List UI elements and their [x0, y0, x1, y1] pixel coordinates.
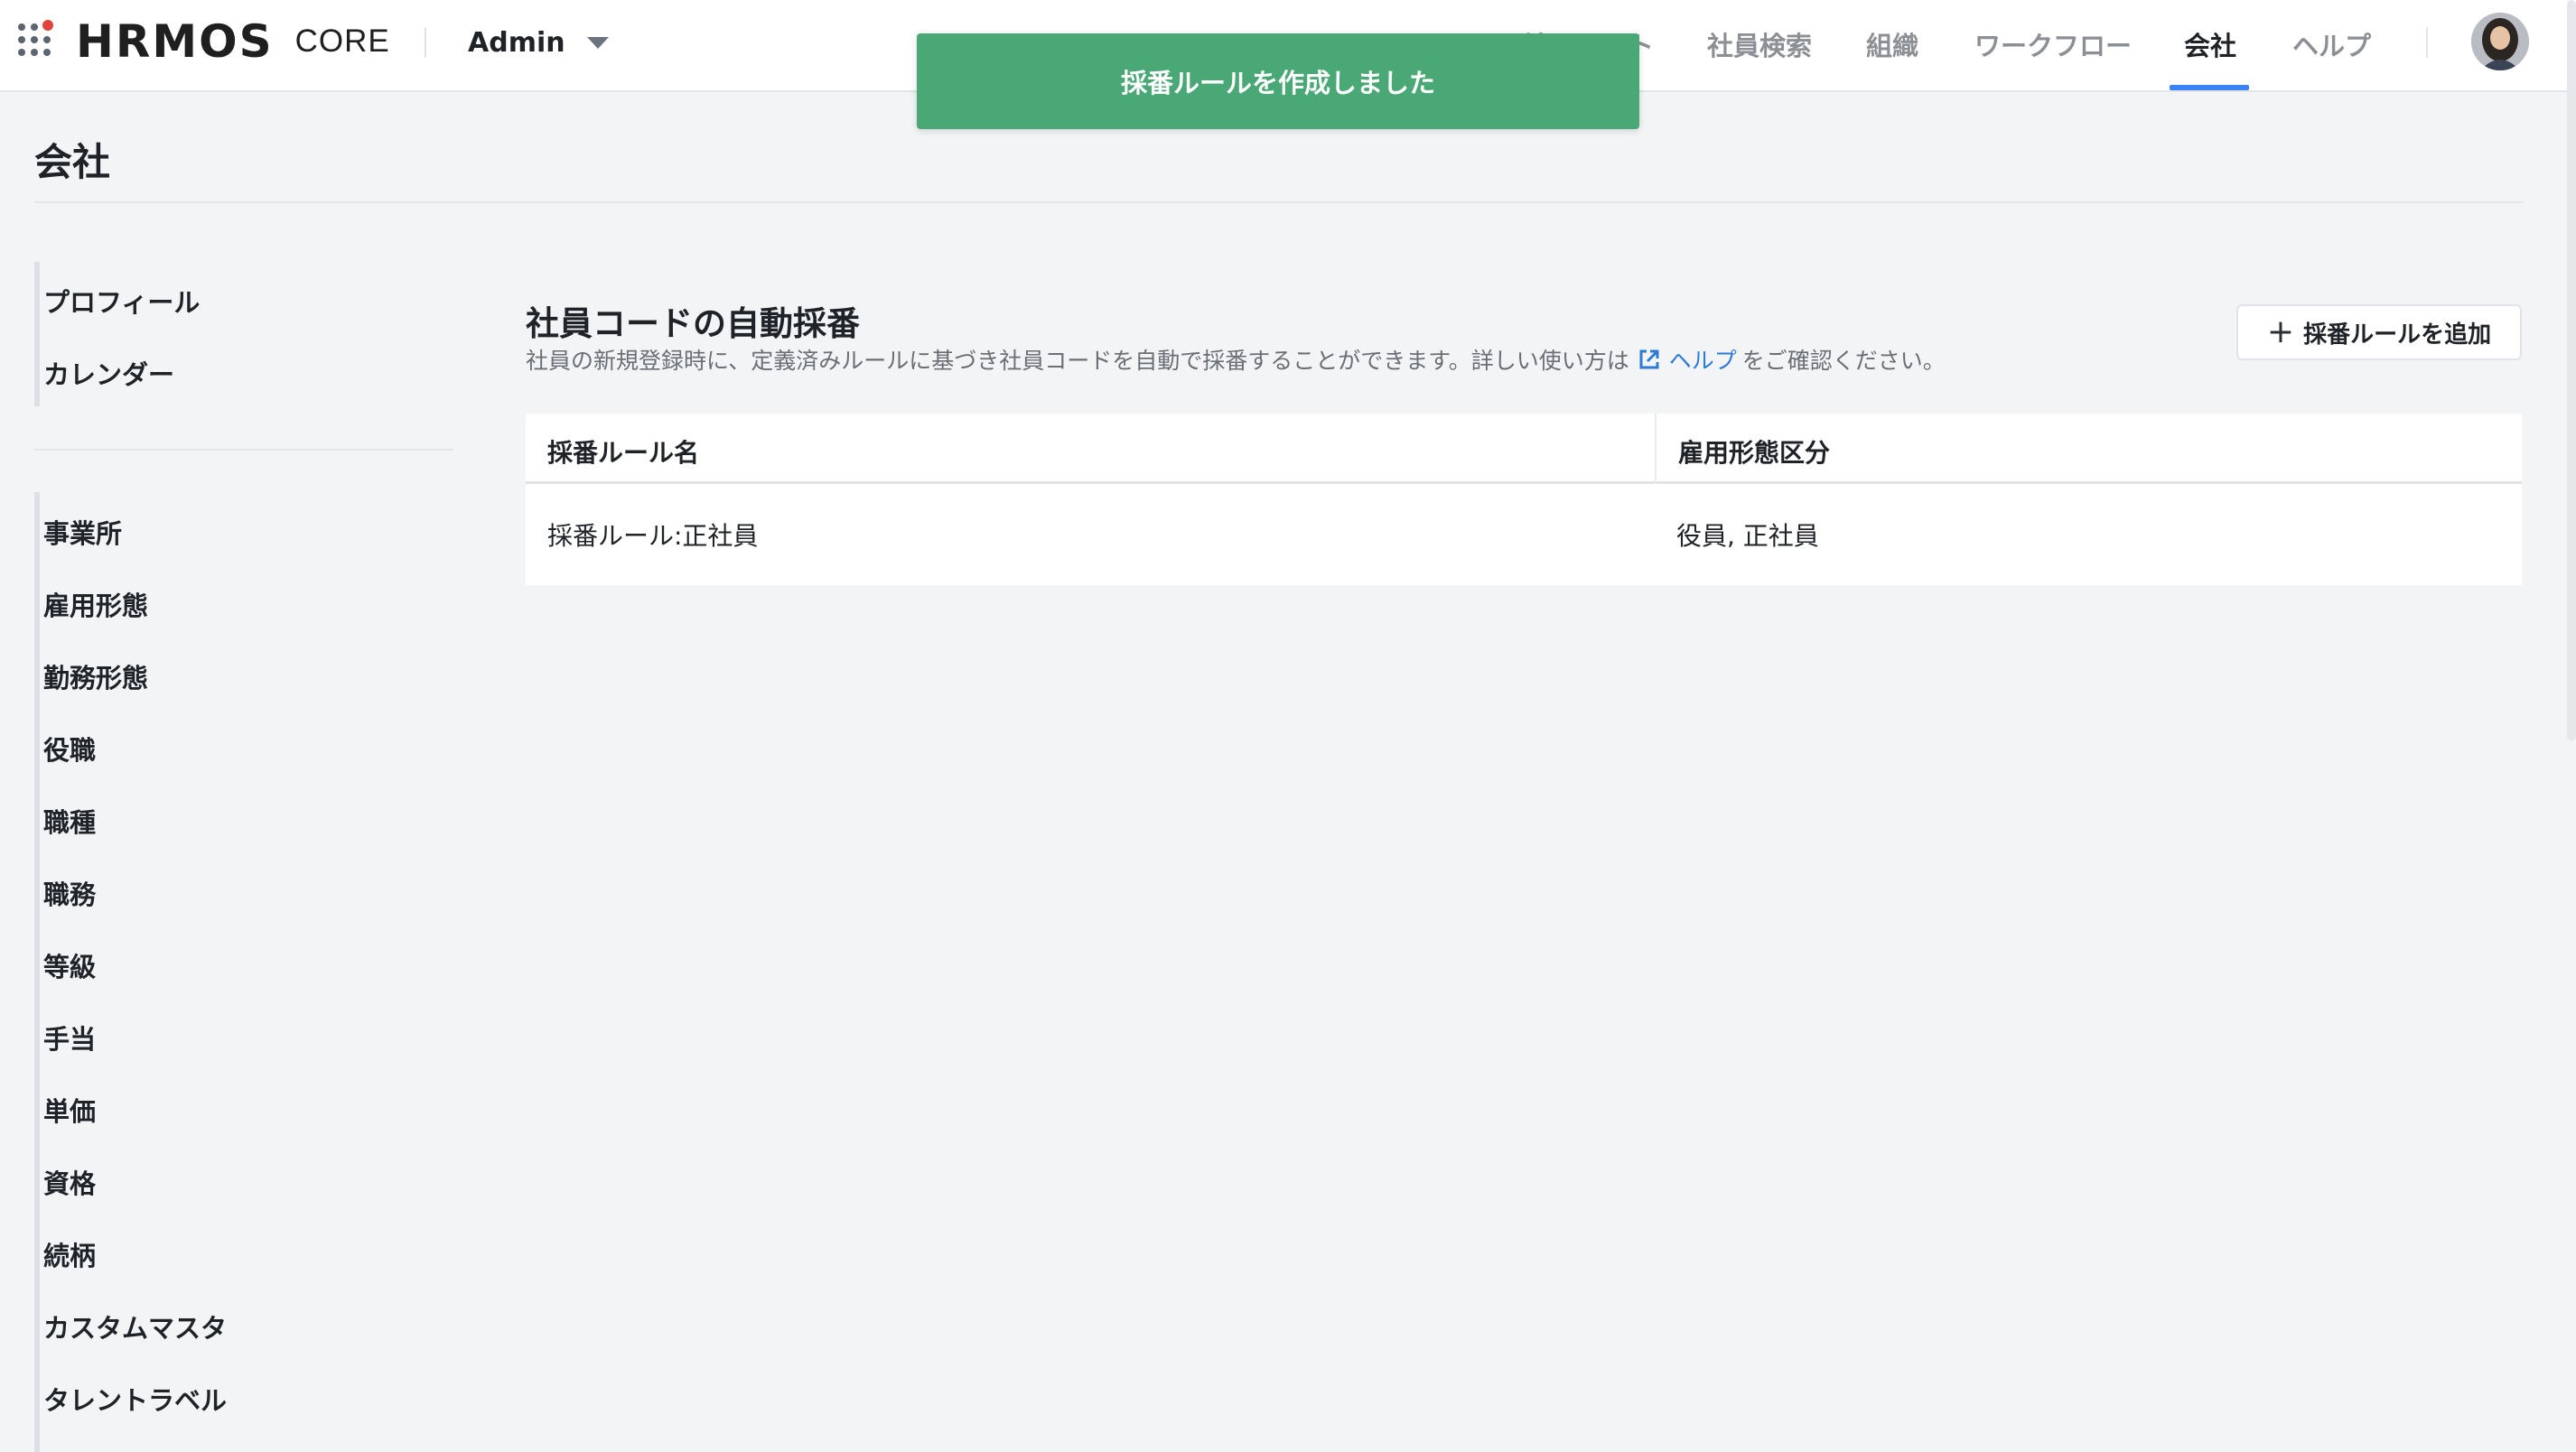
- user-avatar[interactable]: [2471, 13, 2529, 70]
- column-header-employment-type: 雇用形態区分: [1678, 438, 1831, 468]
- hrmos-logo[interactable]: HRMOS CORE: [76, 15, 390, 68]
- numbering-rule-table: 採番ルール名 雇用形態区分 採番ルール:正社員 役員, 正社員: [526, 414, 2522, 585]
- help-link[interactable]: ヘルプ: [1637, 343, 1737, 376]
- description-text-tail: をご確認ください。: [1741, 348, 1946, 374]
- cell-rule-name: 採番ルール:正社員: [547, 521, 759, 551]
- sidebar-item-grade[interactable]: 等級: [43, 946, 96, 984]
- header-divider: [2426, 27, 2428, 58]
- sidebar-item-position[interactable]: 役職: [43, 730, 96, 768]
- sidebar-item-custom-master[interactable]: カスタムマスタ: [43, 1308, 227, 1345]
- column-header-rule-name: 採番ルール名: [547, 438, 700, 468]
- sidebar-item-unit-price[interactable]: 単価: [43, 1091, 96, 1129]
- external-link-icon: [1639, 349, 1659, 369]
- app-grid-icon[interactable]: [16, 20, 56, 60]
- table-header-row: 採番ルール名 雇用形態区分: [526, 414, 2522, 484]
- nav-help[interactable]: ヘルプ: [2292, 25, 2371, 63]
- help-link-label: ヘルプ: [1668, 348, 1737, 374]
- page-title-divider: [34, 201, 2524, 203]
- sidebar-group-master: [34, 492, 40, 1452]
- sidebar-item-employment-type[interactable]: 雇用形態: [43, 585, 148, 623]
- page-title: 会社: [34, 140, 111, 184]
- description-text: 社員の新規登録時に、定義済みルールに基づき社員コードを自動で採番することができま…: [526, 348, 1629, 374]
- cell-employment-type: 役員, 正社員: [1676, 521, 1819, 551]
- plus-icon: +: [2266, 313, 2295, 350]
- nav-employee-search[interactable]: 社員検索: [1707, 25, 1812, 63]
- logo-wordmark: HRMOS: [76, 15, 274, 68]
- sidebar-group-general: [34, 262, 40, 406]
- avatar-image: [2471, 13, 2529, 70]
- sidebar-item-office[interactable]: 事業所: [43, 513, 122, 551]
- add-numbering-rule-button[interactable]: + 採番ルールを追加: [2236, 304, 2522, 360]
- logo-product: CORE: [294, 23, 390, 59]
- header-divider: [425, 27, 426, 58]
- sidebar-item-profile[interactable]: プロフィール: [43, 282, 200, 320]
- sidebar-item-duty[interactable]: 職務: [43, 874, 96, 912]
- sidebar-item-allowance[interactable]: 手当: [43, 1019, 96, 1056]
- page-scrollbar[interactable]: [2567, 0, 2576, 740]
- toast-message: 採番ルールを作成しました: [1120, 68, 1435, 98]
- sidebar-item-work-style[interactable]: 勤務形態: [43, 657, 148, 695]
- section-description: 社員の新規登録時に、定義済みルールに基づき社員コードを自動で採番することができま…: [526, 343, 1946, 376]
- sidebar-item-talent-label[interactable]: タレントラベル: [43, 1380, 227, 1418]
- sidebar-item-relationship[interactable]: 続柄: [43, 1235, 96, 1273]
- chevron-down-icon: [586, 36, 609, 49]
- success-toast: 採番ルールを作成しました: [917, 33, 1639, 129]
- section-title: 社員コードの自動採番: [526, 304, 860, 343]
- nav-workflow[interactable]: ワークフロー: [1974, 25, 2132, 63]
- sidebar-divider: [34, 449, 453, 451]
- sidebar-item-calendar[interactable]: カレンダー: [43, 354, 174, 392]
- sidebar-item-qualification[interactable]: 資格: [43, 1163, 96, 1201]
- table-row[interactable]: 採番ルール:正社員 役員, 正社員: [526, 484, 2522, 585]
- nav-company[interactable]: 会社: [2184, 25, 2236, 63]
- active-tab-indicator: [2170, 85, 2249, 90]
- nav-organization[interactable]: 組織: [1866, 25, 1918, 63]
- column-divider: [1655, 414, 1657, 484]
- admin-dropdown[interactable]: Admin: [468, 23, 609, 61]
- sidebar-item-job-type[interactable]: 職種: [43, 802, 96, 840]
- add-button-label: 採番ルールを追加: [2303, 321, 2492, 349]
- admin-label: Admin: [468, 26, 565, 59]
